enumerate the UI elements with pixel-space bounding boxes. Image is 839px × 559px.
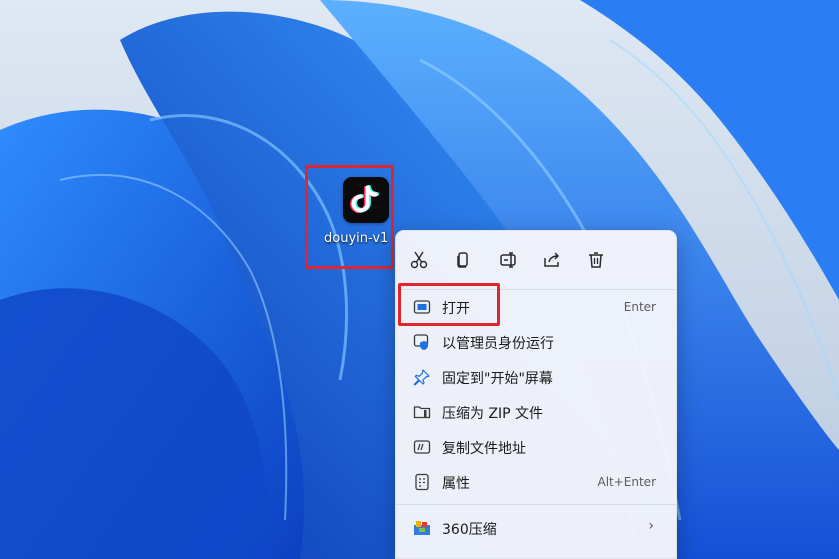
zip-folder-icon	[413, 406, 431, 419]
menu-item-label: 360压缩	[442, 522, 497, 538]
annotation-highlight-open	[398, 283, 500, 326]
annotation-highlight-icon	[305, 165, 394, 269]
rename-icon	[500, 252, 516, 268]
pin-icon	[413, 369, 430, 386]
menu-item-copy-path[interactable]: 复制文件地址	[404, 430, 670, 464]
copy-button[interactable]	[448, 245, 478, 275]
menu-item-label: 以管理员身份运行	[442, 336, 554, 352]
shield-admin-icon	[413, 334, 429, 350]
delete-icon	[589, 252, 603, 268]
menu-item-pin-to-start[interactable]: 固定到"开始"屏幕	[404, 360, 670, 394]
menu-item-label: 固定到"开始"屏幕	[442, 371, 553, 387]
copy-path-icon	[413, 440, 431, 454]
delete-button[interactable]	[581, 245, 611, 275]
menu-item-label: 压缩为 ZIP 文件	[442, 406, 544, 422]
properties-icon	[415, 473, 429, 491]
context-menu-toolbar	[396, 231, 676, 289]
menu-divider	[396, 504, 676, 505]
menu-item-properties[interactable]: 属性 Alt+Enter	[404, 465, 670, 499]
cut-button[interactable]	[404, 245, 434, 275]
menu-item-shortcut: Enter	[623, 300, 656, 314]
menu-item-compress-zip[interactable]: 压缩为 ZIP 文件	[404, 395, 670, 429]
menu-item-360-compress[interactable]: 360压缩 ›	[404, 511, 670, 545]
menu-item-label: 属性	[442, 476, 470, 492]
360-compress-icon	[414, 521, 430, 535]
menu-item-shortcut: Alt+Enter	[597, 475, 656, 489]
rename-button[interactable]	[494, 245, 524, 275]
copy-icon	[457, 252, 468, 268]
menu-item-run-as-admin[interactable]: 以管理员身份运行	[404, 325, 670, 359]
context-menu: 打开 Enter 以管理员身份运行 固定到"开始"屏幕 压缩为 ZIP 文件 复…	[395, 230, 677, 559]
menu-item-label: 复制文件地址	[442, 441, 526, 457]
share-button[interactable]	[537, 245, 567, 275]
share-icon	[544, 252, 560, 267]
cut-icon	[410, 251, 428, 269]
chevron-right-icon: ›	[648, 518, 654, 534]
